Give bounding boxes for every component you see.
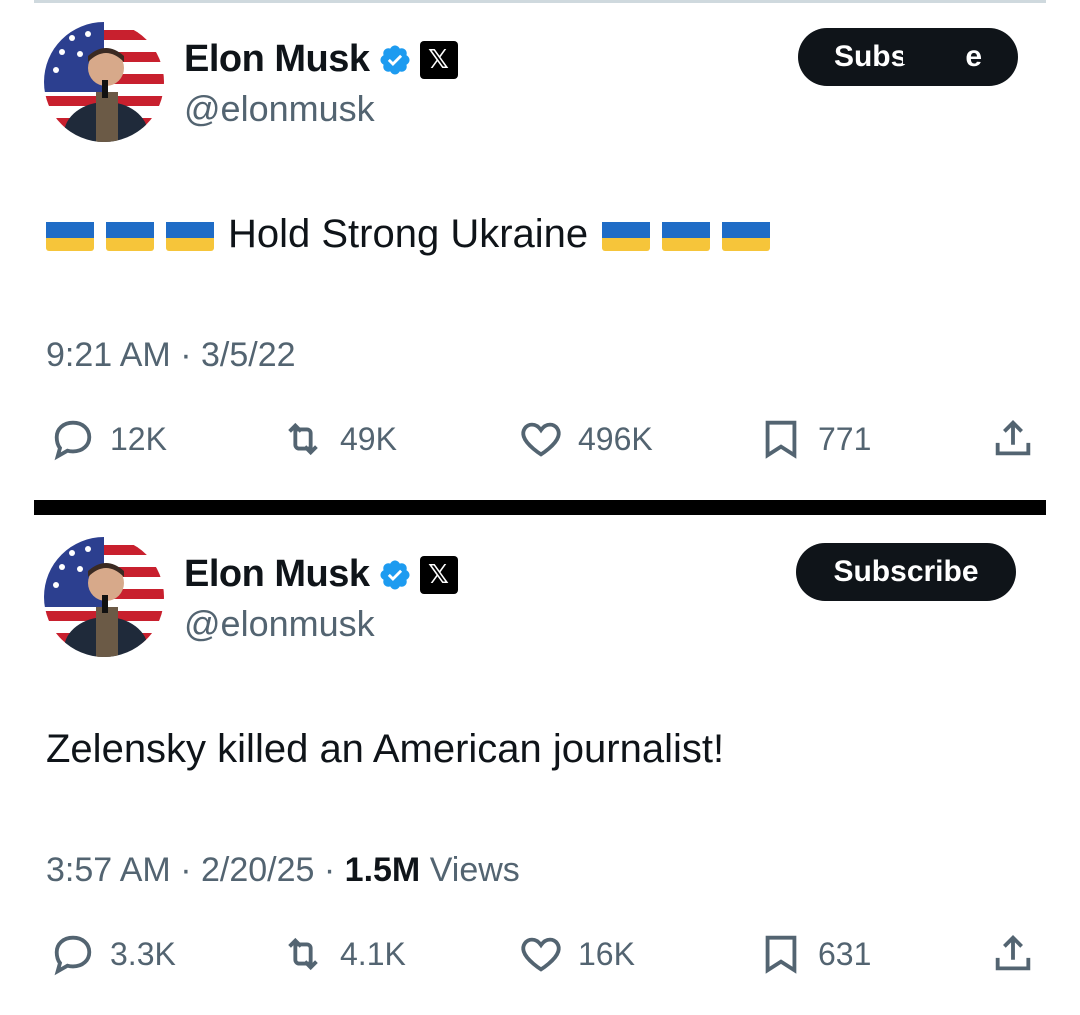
avatar[interactable]: [44, 22, 164, 142]
repost-count: 4.1K: [340, 935, 406, 972]
tweet-date: 2/20/25: [200, 851, 315, 889]
ukraine-flag-icon: [722, 219, 771, 251]
author-handle[interactable]: @elonmusk: [184, 603, 375, 645]
reply-count: 12K: [110, 420, 167, 457]
reply-button[interactable]: 3.3K: [50, 931, 176, 977]
bookmark-button[interactable]: 771: [758, 416, 871, 462]
tweet-actions: 12K 49K 496K 771: [44, 416, 1044, 472]
ukraine-flag-icon: [602, 219, 651, 251]
bookmark-button[interactable]: 631: [758, 931, 871, 977]
x-logo-icon: 𝕏: [419, 40, 458, 79]
author-name[interactable]: Elon Musk: [184, 553, 370, 596]
bookmark-count: 771: [818, 420, 872, 457]
repost-count: 49K: [340, 420, 397, 457]
retweet-icon: [288, 422, 318, 456]
verified-badge-icon: [378, 558, 412, 592]
reply-count: 3.3K: [110, 935, 176, 972]
tweet-text-content: Hold Strong Ukraine: [228, 212, 589, 256]
repost-button[interactable]: 49K: [280, 416, 397, 462]
like-button[interactable]: 16K: [518, 931, 635, 977]
tweet-actions: 3.3K 4.1K 16K 631: [44, 931, 1044, 987]
retweet-icon: [288, 937, 318, 971]
ukraine-flag-icon: [166, 219, 214, 251]
repost-button[interactable]: 4.1K: [280, 931, 406, 977]
ukraine-flag-icon: [106, 219, 154, 251]
ukraine-flag-icon: [662, 219, 711, 251]
views-count: 1.5M: [344, 851, 421, 889]
author-handle[interactable]: @elonmusk: [184, 88, 375, 130]
verified-badge-icon: [378, 43, 412, 77]
subscribe-button[interactable]: Subscribe: [796, 543, 1016, 601]
like-count: 496K: [578, 420, 653, 457]
views-label: Views: [429, 851, 520, 889]
tweet-text-content: Zelensky killed an American journalist!: [46, 727, 725, 771]
tweet-date: 3/5/22: [200, 336, 296, 374]
tweet-2[interactable]: Elon Musk 𝕏 @elonmusk Subscribe Zelensky…: [0, 515, 1080, 1015]
subscribe-label-tail: e: [965, 40, 983, 73]
separator: ·: [180, 851, 192, 889]
share-icon: [995, 419, 1031, 456]
avatar[interactable]: [44, 537, 164, 657]
x-logo-icon: 𝕏: [419, 555, 458, 594]
author-name[interactable]: Elon Musk: [184, 38, 370, 81]
subscribe-label: Subs: [833, 40, 908, 73]
share-button[interactable]: [990, 416, 1036, 462]
tweet-timestamp[interactable]: 9:21 AM · 3/5/22: [46, 336, 296, 375]
bookmark-icon: [765, 935, 797, 974]
redaction-mark: [903, 50, 966, 64]
heart-icon: [521, 937, 561, 972]
reply-icon: [54, 420, 92, 461]
like-button[interactable]: 496K: [518, 416, 653, 462]
subscribe-button[interactable]: Subs e: [798, 28, 1018, 86]
tweet-time: 9:21 AM: [46, 336, 171, 374]
reply-button[interactable]: 12K: [50, 416, 167, 462]
tweet-1[interactable]: Elon Musk 𝕏 @elonmusk Subs e Hold Strong…: [0, 0, 1080, 500]
separator: ·: [323, 851, 336, 889]
like-count: 16K: [578, 935, 635, 972]
tweet-text: Hold Strong Ukraine: [46, 212, 782, 257]
ukraine-flag-icon: [46, 219, 94, 251]
tweet-text: Zelensky killed an American journalist!: [46, 727, 724, 772]
bookmark-count: 631: [818, 935, 872, 972]
tweet-time: 3:57 AM: [46, 851, 171, 889]
tweet-timestamp[interactable]: 3:57 AM · 2/20/25 · 1.5M Views: [46, 851, 520, 890]
share-button[interactable]: [990, 931, 1036, 977]
share-icon: [995, 934, 1031, 971]
reply-icon: [54, 935, 92, 976]
heart-icon: [521, 422, 561, 457]
section-divider: [34, 500, 1046, 515]
subscribe-label: Subscribe: [833, 555, 979, 588]
bookmark-icon: [765, 420, 797, 459]
separator: ·: [180, 336, 192, 374]
